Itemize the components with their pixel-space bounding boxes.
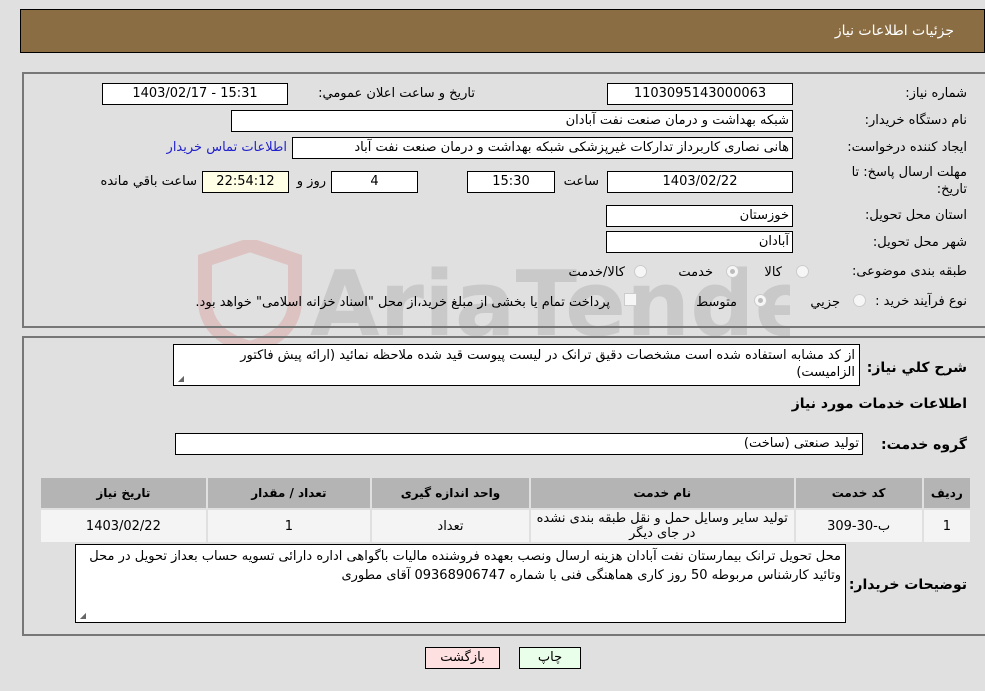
remaining-days-field: 4 — [331, 171, 418, 193]
resize-grip-icon[interactable]: ◢ — [78, 612, 86, 620]
col-header-service-name: نام خدمت — [530, 478, 794, 508]
purchase-option-medium: متوسط — [696, 295, 737, 310]
buyer-org-field: شبکه بهداشت و درمان صنعت نفت آبادان — [231, 110, 793, 132]
services-table-wrap: رديف کد خدمت نام خدمت واحد اندازه گيری ت… — [39, 476, 972, 544]
treasury-checkbox-label: پرداخت تمام یا بخشی از مبلغ خرید،از محل … — [195, 295, 610, 310]
need-number-field: 1103095143000063 — [607, 83, 793, 105]
category-radio-service[interactable] — [726, 265, 739, 278]
buyer-org-label: نام دستگاه خريدار: — [864, 113, 967, 128]
col-header-quantity: تعداد / مقدار — [207, 478, 370, 508]
description-label: شرح کلي نياز: — [866, 360, 967, 376]
description-text: از کد مشابه استفاده شده است مشخصات دقیق … — [240, 348, 855, 380]
deadline-label-2: تاريخ: — [936, 182, 967, 197]
announce-datetime-field: 1403/02/17 - 15:31 — [102, 83, 288, 105]
deadline-time-field: 15:30 — [467, 171, 555, 193]
cell-quantity: 1 — [207, 510, 370, 542]
deadline-date-field: 1403/02/22 — [607, 171, 793, 193]
service-group-field: تولید صنعتی (ساخت) — [175, 433, 863, 455]
buyer-notes-label: توضيحات خريدار: — [848, 577, 967, 593]
description-textarea[interactable]: از کد مشابه استفاده شده است مشخصات دقیق … — [173, 344, 860, 386]
table-header-row: رديف کد خدمت نام خدمت واحد اندازه گيری ت… — [41, 478, 970, 508]
purchase-radio-medium[interactable] — [754, 294, 767, 307]
city-field: آبادان — [606, 231, 793, 253]
buyer-notes-text: محل تحویل ترانک بیمارستان نفت آبادان هزی… — [89, 549, 841, 583]
need-number-label: شماره نياز: — [905, 86, 967, 101]
category-radio-goods[interactable] — [796, 265, 809, 278]
resize-grip-icon[interactable]: ◢ — [176, 375, 184, 383]
city-label: شهر محل تحويل: — [872, 235, 967, 250]
deadline-time-label: ساعت — [563, 174, 599, 189]
category-radio-goods-service[interactable] — [634, 265, 647, 278]
category-label: طبقه بندی موضوعی: — [851, 264, 967, 279]
table-row: 1 ب-30-309 تولید سایر وسایل حمل و نقل طب… — [41, 510, 970, 542]
print-button[interactable]: چاپ — [519, 647, 581, 669]
purchase-option-minor: جزيي — [810, 295, 840, 310]
buyer-notes-textarea[interactable]: محل تحویل ترانک بیمارستان نفت آبادان هزی… — [75, 544, 846, 623]
col-header-unit: واحد اندازه گيری — [371, 478, 529, 508]
cell-service-name: تولید سایر وسایل حمل و نقل طبقه بندی نشد… — [530, 510, 794, 542]
province-label: استان محل تحويل: — [865, 208, 967, 223]
cell-unit: تعداد — [371, 510, 529, 542]
treasury-checkbox[interactable] — [624, 293, 637, 306]
province-field: خوزستان — [606, 205, 793, 227]
col-header-service-code: کد خدمت — [795, 478, 922, 508]
category-option-goods-service: کالا/خدمت — [568, 265, 625, 280]
remaining-time-label: ساعت باقي مانده — [100, 174, 197, 189]
category-option-goods: کالا — [764, 265, 782, 280]
services-section-title: اطلاعات خدمات مورد نياز — [791, 396, 967, 412]
service-group-label: گروه خدمت: — [881, 437, 967, 453]
back-button[interactable]: بازگشت — [425, 647, 500, 669]
purchase-type-label: نوع فرآيند خريد : — [875, 294, 967, 309]
cell-row-number: 1 — [923, 510, 970, 542]
requester-label: ايجاد کننده درخواست: — [847, 140, 967, 155]
col-header-need-date: تاريخ نياز — [41, 478, 206, 508]
cell-service-code: ب-30-309 — [795, 510, 922, 542]
deadline-label: مهلت ارسال پاسخ: تا — [851, 165, 967, 180]
category-option-service: خدمت — [678, 265, 713, 280]
remaining-time-field: 22:54:12 — [202, 171, 289, 193]
col-header-row-number: رديف — [923, 478, 970, 508]
page-header: جزئيات اطلاعات نياز — [20, 9, 985, 53]
requester-field: هانی نصاری کاربرداز تدارکات غیرپزشکی شبک… — [292, 137, 793, 159]
page-title: جزئيات اطلاعات نياز — [834, 23, 954, 39]
purchase-radio-minor[interactable] — [853, 294, 866, 307]
days-label: روز و — [296, 174, 326, 189]
cell-need-date: 1403/02/22 — [41, 510, 206, 542]
services-table: رديف کد خدمت نام خدمت واحد اندازه گيری ت… — [39, 476, 972, 544]
buyer-contact-link[interactable]: اطلاعات تماس خريدار — [167, 140, 287, 155]
announce-datetime-label: تاريخ و ساعت اعلان عمومي: — [318, 86, 475, 101]
